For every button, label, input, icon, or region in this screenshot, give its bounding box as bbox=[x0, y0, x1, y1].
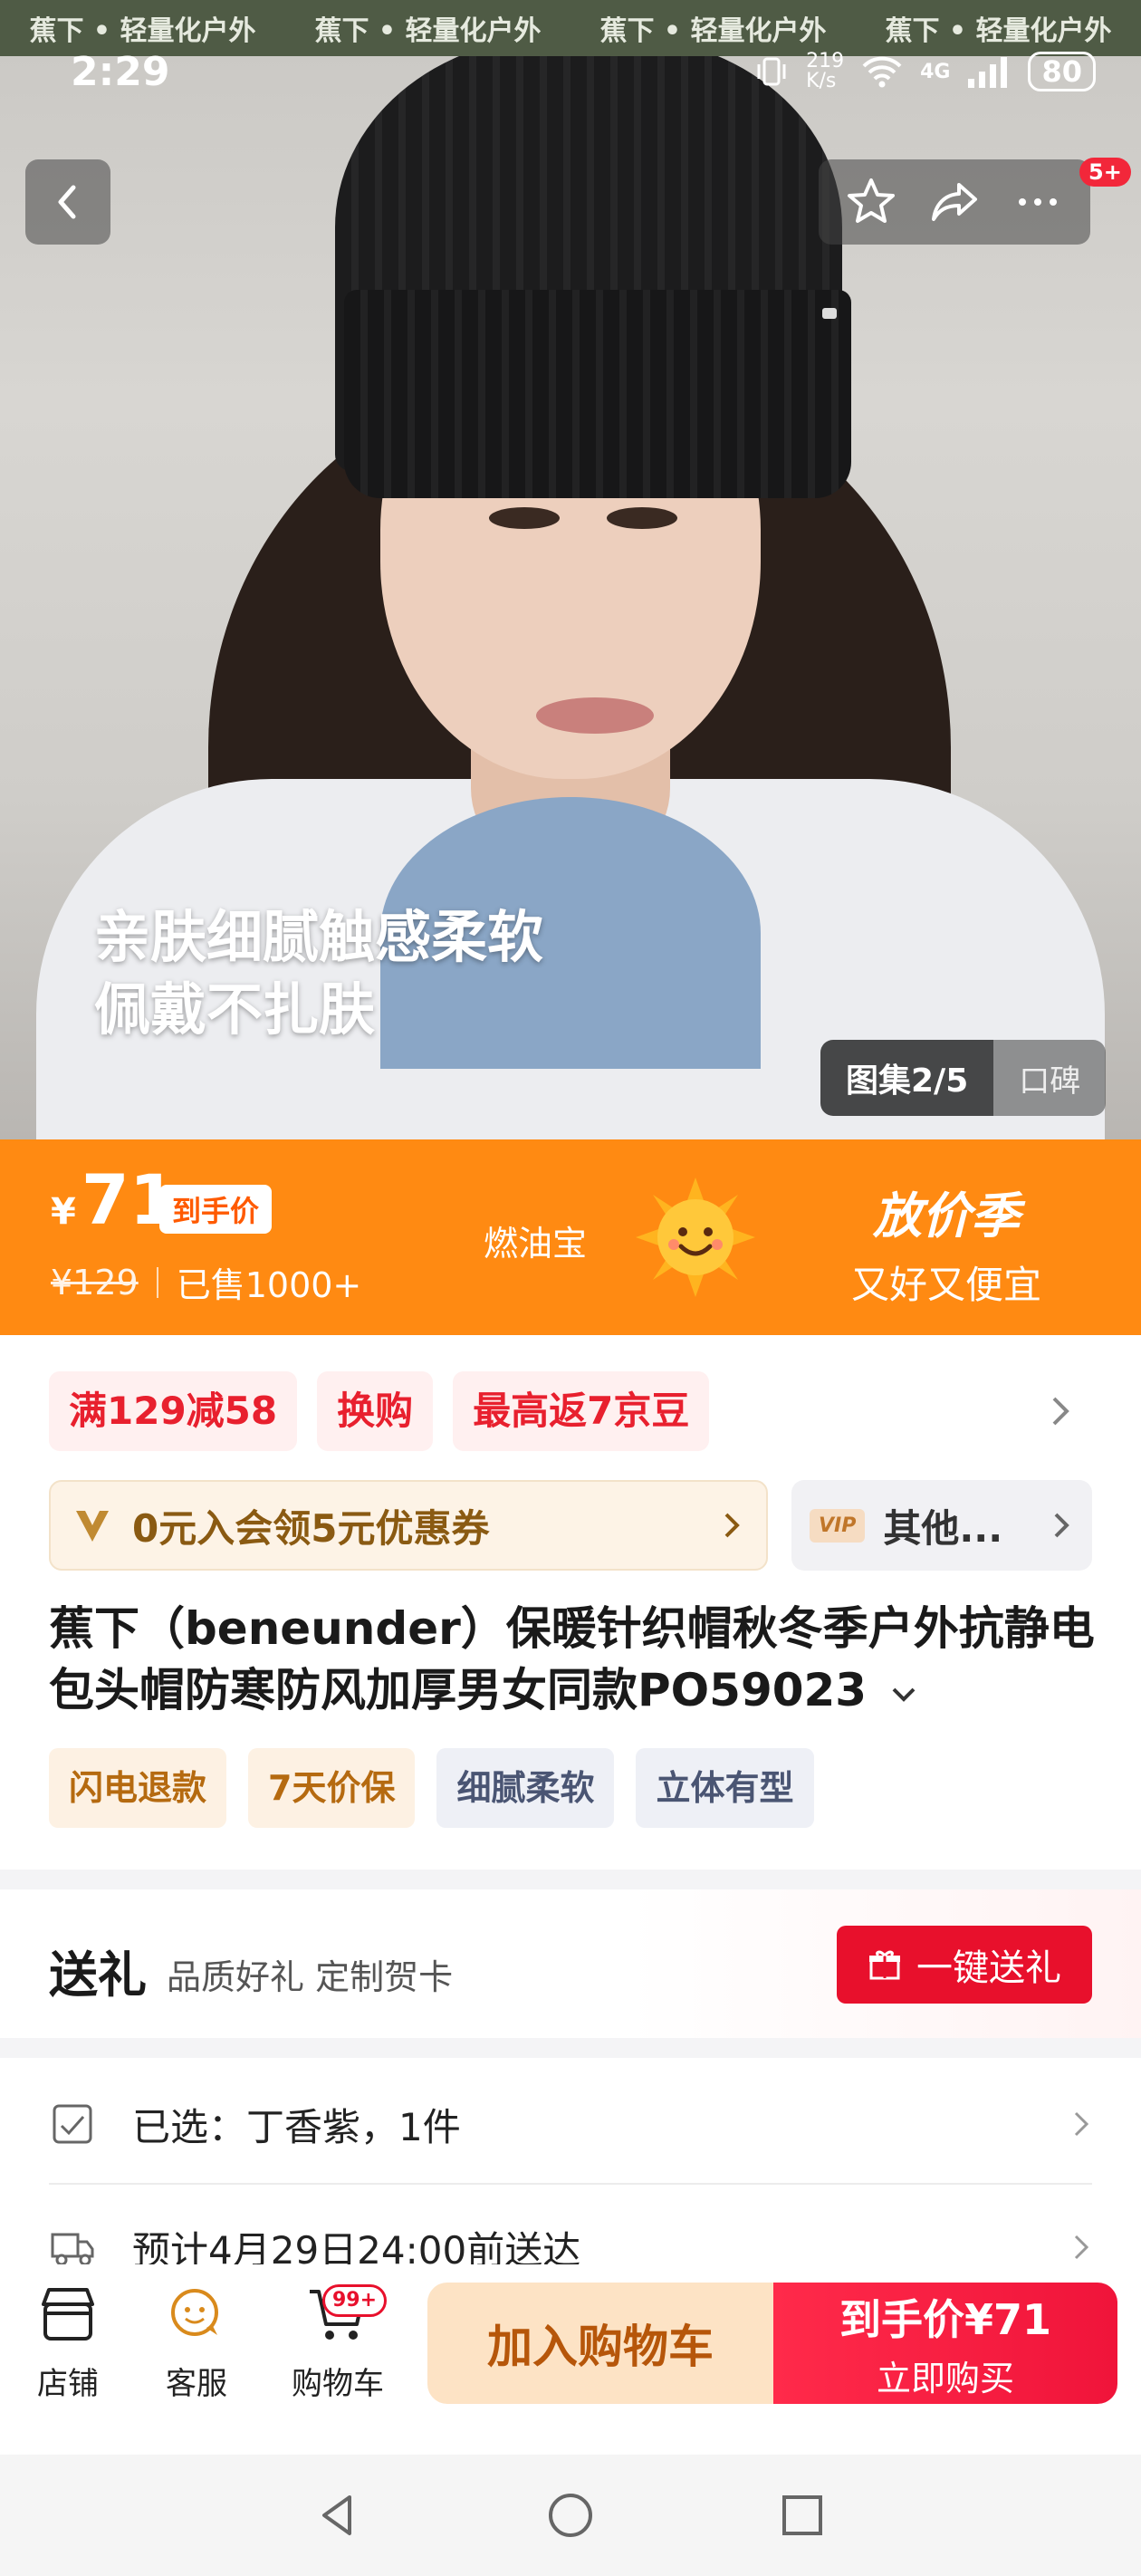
sold-count: 已售1000+ bbox=[176, 1265, 362, 1305]
member-coupon-text: 0元入会领5元优惠券 bbox=[132, 1505, 490, 1551]
gift-icon bbox=[869, 1950, 900, 1980]
vip-badge: VIP bbox=[810, 1508, 866, 1543]
status-bar: 2:29 219 K/s 4G 80 bbox=[0, 42, 1141, 101]
beanie-cuff bbox=[344, 290, 851, 498]
brand-v-icon bbox=[76, 1511, 109, 1542]
product-image-gallery[interactable]: 亲肤细腻触感柔软 佩戴不扎肤 蕉下 • 轻量化户外 蕉下 • 轻量化户外 蕉下 … bbox=[0, 0, 1141, 1141]
store-button[interactable]: 店铺 bbox=[36, 2283, 100, 2403]
model-eye-right bbox=[607, 507, 677, 529]
gift-button[interactable]: 一键送礼 bbox=[837, 1926, 1092, 2004]
wifi-icon bbox=[862, 56, 902, 88]
gift-title: 送礼 bbox=[49, 1946, 147, 2004]
top-action-group bbox=[819, 159, 1090, 245]
system-navigation-bar bbox=[0, 2455, 1141, 2576]
customer-service-button[interactable]: 客服 bbox=[165, 2283, 228, 2403]
model-eye-left bbox=[489, 507, 560, 529]
selected-spec: 已选：丁香紫，1件 bbox=[132, 2104, 461, 2149]
model-lips bbox=[536, 697, 654, 734]
service-tag: 7天价保 bbox=[248, 1748, 416, 1828]
checklist-icon bbox=[53, 2104, 92, 2144]
service-tag: 闪电退款 bbox=[49, 1748, 227, 1828]
chevron-right-icon bbox=[1074, 2235, 1089, 2260]
chevron-left-icon bbox=[58, 185, 76, 219]
service-tags: 闪电退款 7天价保 细腻柔软 立体有型 bbox=[49, 1748, 814, 1828]
vip-offer[interactable]: VIP 其他... bbox=[791, 1480, 1092, 1571]
product-info-card: 满129减58 换购 最高返7京豆 0元入会领5元优惠券 VIP 其他... 蕉… bbox=[0, 1335, 1141, 1870]
feature-tag: 立体有型 bbox=[636, 1748, 814, 1828]
sun-mascot-icon bbox=[636, 1177, 755, 1297]
star-icon[interactable] bbox=[845, 176, 897, 228]
back-triangle-icon[interactable] bbox=[313, 2490, 364, 2541]
divider bbox=[156, 1266, 158, 1298]
promo-chip[interactable]: 满129减58 bbox=[49, 1371, 298, 1451]
beanie-label bbox=[822, 308, 837, 319]
vibrate-icon bbox=[757, 57, 786, 86]
season-subtitle: 又好又便宜 bbox=[851, 1263, 1042, 1307]
spec-selector-row[interactable]: 已选：丁香紫，1件 bbox=[49, 2065, 1092, 2183]
home-circle-icon[interactable] bbox=[545, 2490, 596, 2541]
chevron-right-icon bbox=[1074, 2111, 1089, 2137]
promo-chip[interactable]: 换购 bbox=[317, 1371, 434, 1451]
currency-symbol: ¥ bbox=[51, 1191, 76, 1233]
promotion-list[interactable]: 满129减58 换购 最高返7京豆 bbox=[49, 1371, 710, 1451]
service-label: 客服 bbox=[166, 2366, 227, 2402]
network-type: 4G bbox=[920, 60, 951, 83]
vip-offer-text: 其他... bbox=[883, 1505, 1003, 1551]
chevron-right-icon bbox=[724, 1513, 740, 1538]
gallery-counter[interactable]: 图集2/5 bbox=[820, 1040, 994, 1116]
recent-apps-icon[interactable] bbox=[777, 2490, 828, 2541]
status-icons: 219 K/s 4G 80 bbox=[753, 52, 1096, 91]
more-badge: 5+ bbox=[1079, 158, 1131, 187]
more-icon[interactable] bbox=[1012, 176, 1064, 228]
chevron-right-icon bbox=[1054, 1513, 1069, 1538]
cart-label: 购物车 bbox=[292, 2366, 384, 2402]
slogan-line-1: 亲肤细腻触感柔软 bbox=[94, 904, 544, 970]
chevron-down-icon[interactable] bbox=[888, 1684, 919, 1706]
reviews-tab[interactable]: 口碑 bbox=[993, 1040, 1107, 1116]
battery-indicator: 80 bbox=[1028, 52, 1096, 91]
share-icon[interactable] bbox=[928, 176, 981, 228]
youbao-label: 燃油宝 bbox=[484, 1224, 588, 1264]
product-title-text: 蕉下（beneunder）保暖针织帽秋冬季户外抗静电包头帽防寒防风加厚男女同款P… bbox=[49, 1602, 1095, 1716]
customer-service-icon bbox=[171, 2289, 218, 2336]
gallery-switcher: 图集2/5 口碑 bbox=[820, 1040, 1107, 1116]
gift-button-label: 一键送礼 bbox=[916, 1947, 1061, 1989]
original-price: ¥129 bbox=[51, 1262, 139, 1302]
final-price: ¥ 71 bbox=[51, 1159, 177, 1240]
back-button[interactable] bbox=[25, 159, 110, 245]
buy-now-label: 立即购买 bbox=[876, 2358, 1014, 2398]
divider bbox=[49, 2183, 1092, 2185]
member-coupon-banner[interactable]: 0元入会领5元优惠券 bbox=[49, 1480, 768, 1571]
net-speed: 219 K/s bbox=[806, 50, 845, 92]
final-price-tag: 到手价 bbox=[159, 1185, 273, 1234]
cart-count-badge: 99+ bbox=[322, 2284, 388, 2317]
gift-subtitle: 品质好礼 定制贺卡 bbox=[167, 1957, 454, 1997]
season-title: 放价季 bbox=[873, 1187, 1020, 1245]
signal-icon bbox=[968, 57, 1008, 88]
add-to-cart-label: 加入购物车 bbox=[487, 2321, 714, 2373]
add-to-cart-button[interactable]: 加入购物车 bbox=[427, 2283, 773, 2404]
gift-section: 送礼 品质好礼 定制贺卡 一键送礼 bbox=[0, 1889, 1141, 2038]
chevron-right-icon[interactable] bbox=[1047, 1393, 1074, 1429]
status-time: 2:29 bbox=[71, 48, 170, 95]
bottom-action-bar: 店铺 客服 购物车 99+ 加入购物车 到手价¥71 立即购买 bbox=[0, 2264, 1141, 2455]
product-title[interactable]: 蕉下（beneunder）保暖针织帽秋冬季户外抗静电包头帽防寒防风加厚男女同款P… bbox=[49, 1598, 1099, 1721]
feature-tag: 细腻柔软 bbox=[436, 1748, 615, 1828]
buy-price-label: 到手价¥71 bbox=[839, 2294, 1052, 2344]
store-label: 店铺 bbox=[37, 2366, 99, 2402]
season-campaign[interactable]: 放价季 又好又便宜 bbox=[851, 1176, 1041, 1310]
buy-now-button[interactable]: 到手价¥71 立即购买 bbox=[773, 2283, 1117, 2404]
price-banner: ¥ 71 到手价 ¥129 已售1000+ 燃油宝 放价季 又好又便宜 bbox=[0, 1139, 1141, 1335]
slogan-line-2: 佩戴不扎肤 bbox=[94, 976, 376, 1043]
selection-rows: 已选：丁香紫，1件 预计4月29日24:00前送达 bbox=[0, 2058, 1141, 2293]
hero-slogan: 亲肤细腻触感柔软 佩戴不扎肤 bbox=[94, 901, 543, 1046]
promo-chip[interactable]: 最高返7京豆 bbox=[453, 1371, 710, 1451]
store-icon bbox=[42, 2288, 94, 2341]
price-subline: ¥129 已售1000+ bbox=[51, 1257, 361, 1307]
